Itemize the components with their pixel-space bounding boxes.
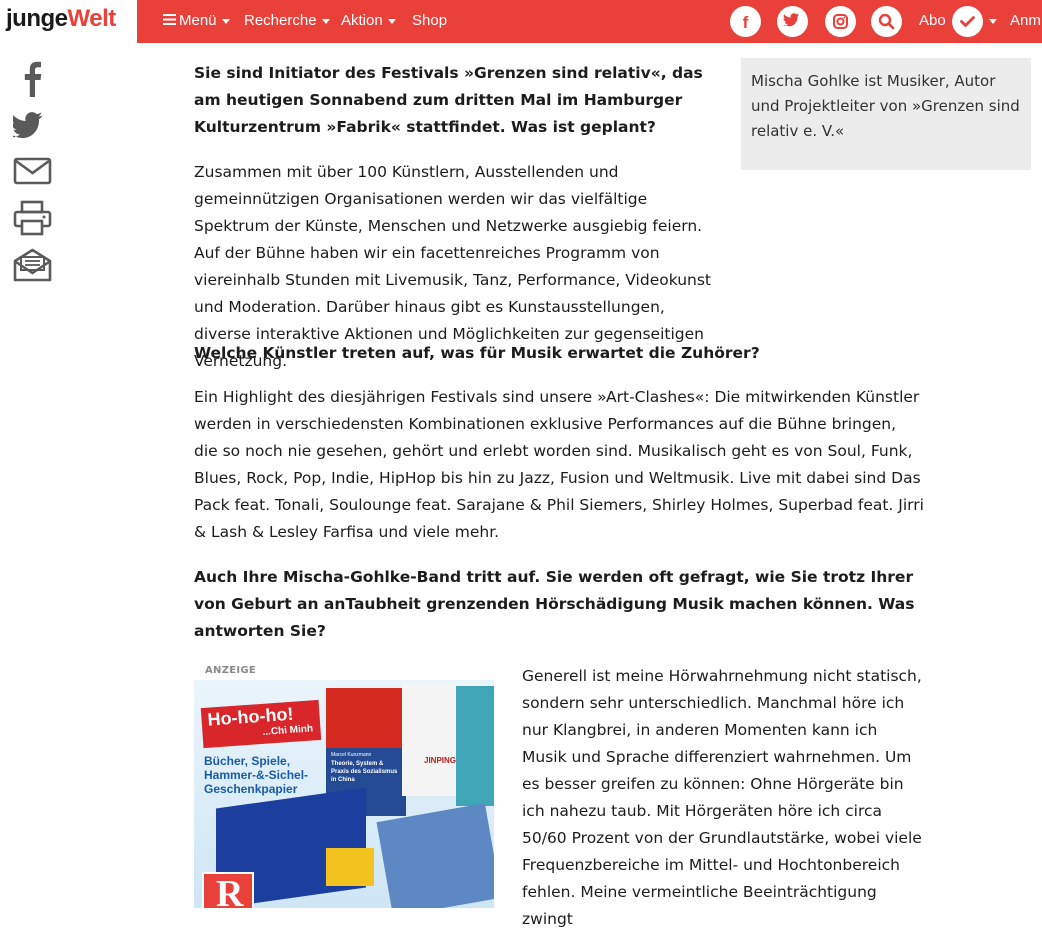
ad-book-red [326,688,406,752]
ad-logo: R [202,872,254,908]
chevron-down-icon [387,18,396,24]
question-1: Sie sind Initiator des Festivals »Grenze… [194,64,703,136]
ad-small-box [326,848,374,886]
share-facebook-icon[interactable] [13,58,53,97]
ad-book-teal [456,686,494,806]
share-twitter-icon[interactable] [10,104,53,142]
share-mail-icon[interactable] [13,152,53,190]
twitter-icon[interactable] [777,6,808,37]
hamburger-icon [163,0,176,42]
advertisement[interactable]: ANZEIGE Ho-ho-ho! ...Chi Minh Bücher, Sp… [194,660,494,908]
search-icon[interactable] [871,6,902,37]
ad-game-box [376,803,494,908]
ad-book-white: JINPING [402,684,460,796]
print-icon[interactable] [13,199,53,237]
answer-2: Ein Highlight des diesjährigen Festivals… [194,388,924,541]
logo-area[interactable]: jungeWelt [0,0,137,43]
chevron-down-icon [321,18,330,24]
top-navigation-bar: jungeWelt Menü Recherche Aktion Shop f A… [0,0,1042,43]
question-3: Auch Ihre Mischa-Gohlke-Band tritt auf. … [194,568,915,640]
abo-link[interactable]: Abo [919,0,946,43]
ad-banner-image[interactable]: Ho-ho-ho! ...Chi Minh Bücher, Spiele, Ha… [194,680,494,908]
question-2: Welche Künstler treten auf, was für Musi… [194,344,760,362]
instagram-icon[interactable] [825,6,856,37]
checkmark-icon[interactable] [952,6,983,37]
answer-3: Generell ist meine Hörwahrnehmung nicht … [522,667,922,928]
aktion-nav-item[interactable]: Aktion [341,0,396,43]
author-info-text: Mischa Gohlke ist Musiker, Autor und Pro… [751,72,1020,140]
author-info-box: Mischa Gohlke ist Musiker, Autor und Pro… [741,58,1031,170]
chevron-down-icon [221,18,230,24]
login-link[interactable]: Anm [1010,0,1041,43]
menu-nav-item[interactable]: Menü [163,0,230,43]
shop-nav-item[interactable]: Shop [412,0,447,43]
chevron-down-icon[interactable] [989,19,997,24]
recherche-nav-item[interactable]: Recherche [244,0,330,43]
facebook-icon[interactable]: f [730,6,761,37]
ad-label: ANZEIGE [205,665,257,676]
ad-headline-box: Ho-ho-ho! ...Chi Minh [200,699,322,749]
newsletter-icon[interactable] [13,246,53,284]
svg-text:f: f [743,13,749,32]
junge-welt-logo[interactable]: jungeWelt [6,5,116,33]
